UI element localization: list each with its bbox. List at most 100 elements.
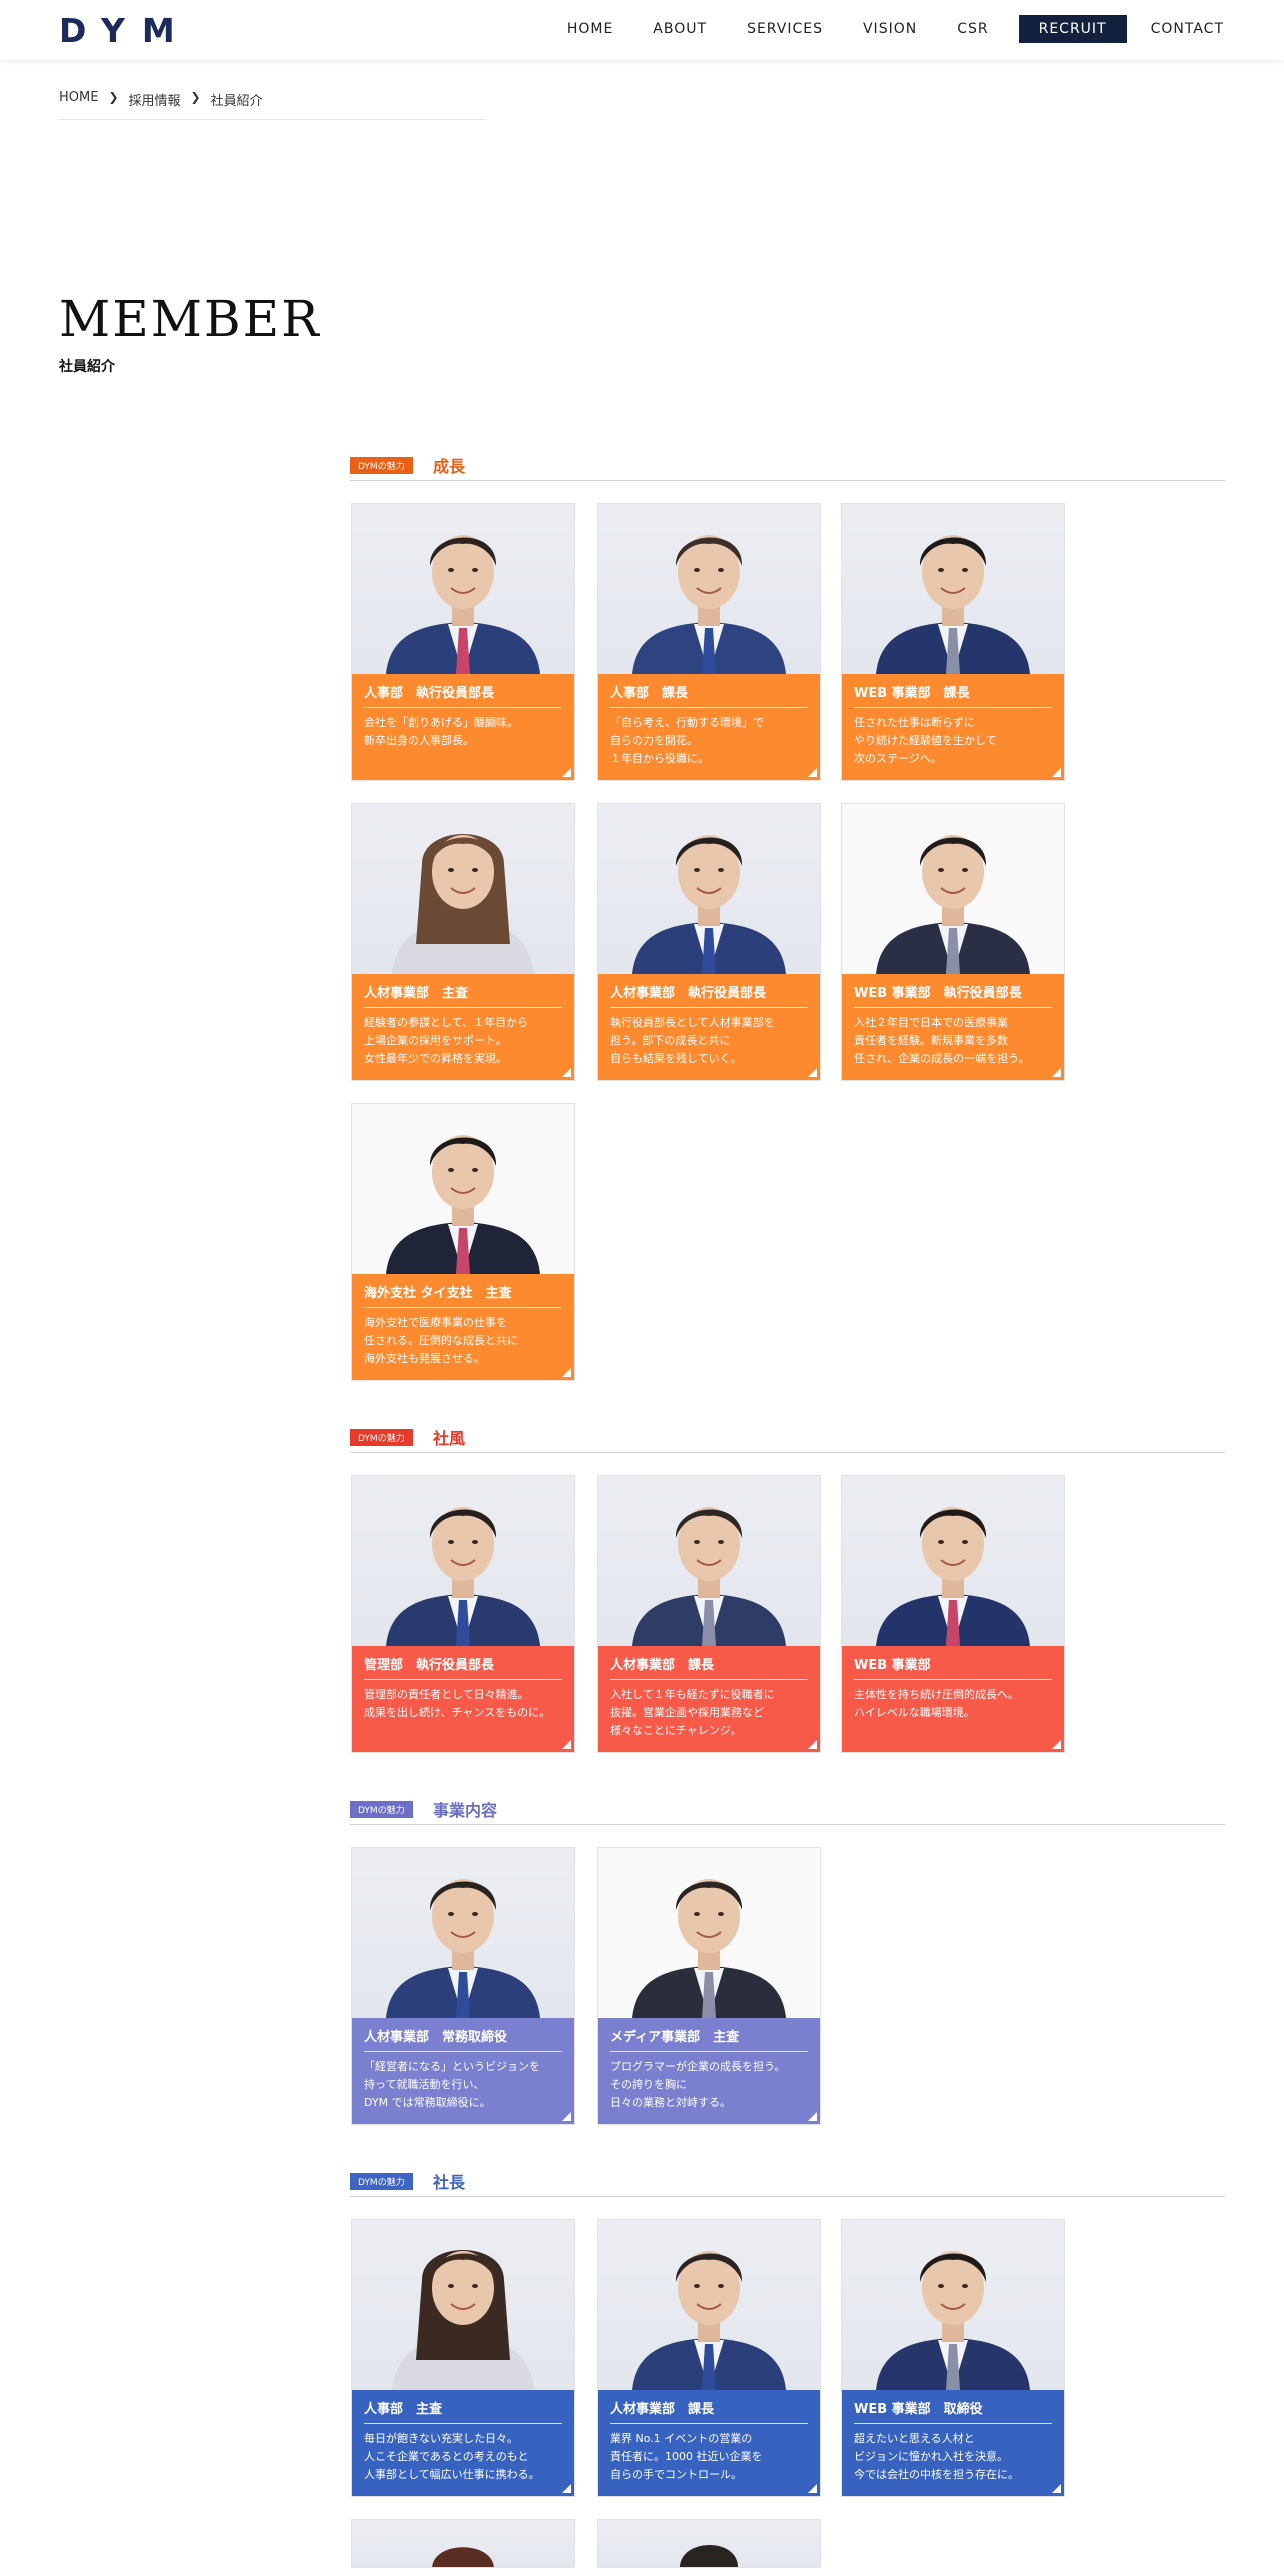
member-card[interactable]: 人材事業部 課長 入社して１年も経たずに役職者に 抜擢。営業企画や採用業務など 様… [597,1475,821,1753]
member-description: 執行役員部長として人材事業部を 担う。部下の成長と共に 自らも結果を残していく。 [610,1016,775,1065]
section-culture: DYMの魅力 社風 [350,1427,1225,1453]
member-card[interactable]: WEB 事業部 執行役員部長入社２年目で日本での医療事業 責任者を経験。新規事業… [841,803,1065,1081]
member-card[interactable]: メディア事業部 主査 プログラマーが企業の成長を担う。 その誇りを胸に 日々の業務… [597,1847,821,2125]
member-photo [352,1476,574,1646]
person-photo-icon [876,835,1030,974]
member-role: 人事部 主査 [364,2398,562,2424]
member-card[interactable]: 人事部 課長 「自ら考え、行動する環境」で 自らの力を開花。 １年目から役職に。 [597,503,821,781]
corner-arrow-icon [562,2484,571,2493]
member-info: 人事部 課長 「自ら考え、行動する環境」で 自らの力を開花。 １年目から役職に。 [598,674,820,780]
person-photo-icon [876,2251,1030,2390]
corner-arrow-icon [562,768,571,777]
member-role: WEB 事業部 執行役員部長 [854,982,1052,1008]
member-info: 管理部 執行役員部長 管理部の責任者として日々精進。 成果を出し続け、チャンスをも… [352,1646,574,1752]
member-card[interactable]: 管理部 執行役員部長 管理部の責任者として日々精進。 成果を出し続け、チャンスをも… [351,1475,575,1753]
nav-contact[interactable]: CONTACT [1151,15,1224,43]
member-role: WEB 事業部 取締役 [854,2398,1052,2424]
person-photo-icon [432,2547,494,2567]
member-card[interactable]: 人材事業部 主査 経験者の参謀として、１年目から 上場企業の採用をサポート。 女性… [351,803,575,1081]
member-photo [598,804,820,974]
member-info: 人事部 主査 毎日が飽きない充実した日々。 人こそ企業であるとの考えのもと 人事部… [352,2390,574,2496]
person-photo-icon [392,2250,534,2390]
member-photo [352,2520,574,2567]
member-photo [598,1476,820,1646]
member-role: 人材事業部 常務取締役 [364,2026,562,2052]
member-info: 人材事業部 常務取締役 「経営者になる」というビジョンを 持って就職活動を行い、 … [352,2018,574,2124]
member-info: WEB 事業部 取締役超えたいと思える人材と ビジョンに憧かれ入社を決意。 今で… [842,2390,1064,2496]
nav-services[interactable]: SERVICES [747,15,823,43]
member-card[interactable]: WEB 事業部 取締役超えたいと思える人材と ビジョンに憧かれ入社を決意。 今で… [841,2219,1065,2497]
person-photo-icon [876,1507,1030,1646]
corner-arrow-icon [808,2112,817,2121]
member-info: 人材事業部 課長 業界 No.1 イベントの営業の 責任者に。1000 社近い企業… [598,2390,820,2496]
corner-arrow-icon [562,2112,571,2121]
section-label: 成長 [433,457,466,476]
member-description: 主体性を持ち続け圧倒的成長へ。 ハイレベルな職場環境。 [854,1688,1019,1719]
corner-arrow-icon [562,1368,571,1377]
member-card[interactable] [597,2519,821,2568]
corner-arrow-icon [562,1068,571,1077]
member-photo [352,1104,574,1274]
member-description: 会社を「創りあげる」醍醐味。 新卒出身の人事部長。 [364,716,518,747]
breadcrumb-home[interactable]: HOME [59,90,98,105]
member-photo [352,2220,574,2390]
section-tag: DYMの魅力 [350,2173,413,2190]
page-title: MEMBER [59,290,321,348]
member-info: WEB 事業部 課長任された仕事は断らずに やり続けた経験値を生かして 次のステ… [842,674,1064,780]
person-photo-icon [386,1507,540,1646]
member-info: メディア事業部 主査 プログラマーが企業の成長を担う。 その誇りを胸に 日々の業務… [598,2018,820,2124]
member-card[interactable]: 人材事業部 執行役員部長執行役員部長として人材事業部を 担う。部下の成長と共に … [597,803,821,1081]
logo[interactable]: DYM [59,11,192,50]
member-description: 経験者の参謀として、１年目から 上場企業の採用をサポート。 女性最年少での昇格を… [364,1016,529,1065]
member-photo [842,1476,1064,1646]
member-description: 「自ら考え、行動する環境」で 自らの力を開花。 １年目から役職に。 [610,716,764,765]
nav-about[interactable]: ABOUT [653,15,707,43]
section-president: DYMの魅力 社長 [350,2171,1225,2197]
member-description: 海外支社で医療事業の仕事を 任される。圧倒的な成長と共に 海外支社も発展させる。 [364,1316,518,1365]
person-photo-icon [876,535,1030,674]
member-card[interactable]: WEB 事業部 課長任された仕事は断らずに やり続けた経験値を生かして 次のステ… [841,503,1065,781]
section-label: 社長 [433,2173,466,2192]
person-photo-icon [632,535,786,674]
member-photo [598,2220,820,2390]
corner-arrow-icon [1052,2484,1061,2493]
nav-vision[interactable]: VISION [863,15,917,43]
main-nav: HOME ABOUT SERVICES VISION CSR RECRUIT C… [527,15,1224,43]
member-description: プログラマーが企業の成長を担う。 その誇りを胸に 日々の業務と対峙する。 [610,2060,786,2109]
corner-arrow-icon [808,768,817,777]
breadcrumb: HOME ❯ 採用情報 ❯ 社員紹介 [59,90,485,120]
member-card[interactable] [351,2519,575,2568]
member-description: 入社２年目で日本での医療事業 責任者を経験。新規事業を多数 任され、企業の成長の… [854,1016,1030,1065]
member-role: WEB 事業部 課長 [854,682,1052,708]
member-description: 任された仕事は断らずに やり続けた経験値を生かして 次のステージへ。 [854,716,997,765]
section-tag: DYMの魅力 [350,457,413,474]
member-role: 人材事業部 執行役員部長 [610,982,808,1008]
person-photo-icon [386,1879,540,2018]
member-card[interactable]: 人事部 主査 毎日が飽きない充実した日々。 人こそ企業であるとの考えのもと 人事部… [351,2219,575,2497]
member-card[interactable]: 人材事業部 課長 業界 No.1 イベントの営業の 責任者に。1000 社近い企業… [597,2219,821,2497]
member-card[interactable]: 人材事業部 常務取締役 「経営者になる」というビジョンを 持って就職活動を行い、 … [351,1847,575,2125]
section-tag: DYMの魅力 [350,1801,413,1818]
breadcrumb-current: 社員紹介 [210,94,263,109]
member-role: 人事部 執行役員部長 [364,682,562,708]
member-description: 超えたいと思える人材と ビジョンに憧かれ入社を決意。 今では会社の中核を担う存在… [854,2432,1019,2481]
breadcrumb-recruit[interactable]: 採用情報 [129,90,181,109]
nav-csr[interactable]: CSR [957,15,988,43]
corner-arrow-icon [1052,1068,1061,1077]
section-label: 社風 [433,1429,466,1448]
member-role: 海外支社 タイ支社 主査 [364,1282,562,1308]
member-photo [352,1848,574,2018]
member-card[interactable]: 海外支社 タイ支社 主査海外支社で医療事業の仕事を 任される。圧倒的な成長と共に… [351,1103,575,1381]
member-card[interactable]: WEB 事業部 主体性を持ち続け圧倒的成長へ。 ハイレベルな職場環境。 [841,1475,1065,1753]
person-photo-icon [632,835,786,974]
member-photo [352,504,574,674]
member-photo [598,1848,820,2018]
member-card[interactable]: 人事部 執行役員部長会社を「創りあげる」醍醐味。 新卒出身の人事部長。 [351,503,575,781]
person-photo-icon [386,535,540,674]
section-label: 事業内容 [433,1801,498,1820]
member-description: 業界 No.1 イベントの営業の 責任者に。1000 社近い企業を 自らの手でコ… [610,2432,763,2481]
member-photo [842,2220,1064,2390]
nav-recruit[interactable]: RECRUIT [1018,15,1127,43]
person-photo-icon [386,1135,540,1274]
nav-home[interactable]: HOME [567,15,613,43]
